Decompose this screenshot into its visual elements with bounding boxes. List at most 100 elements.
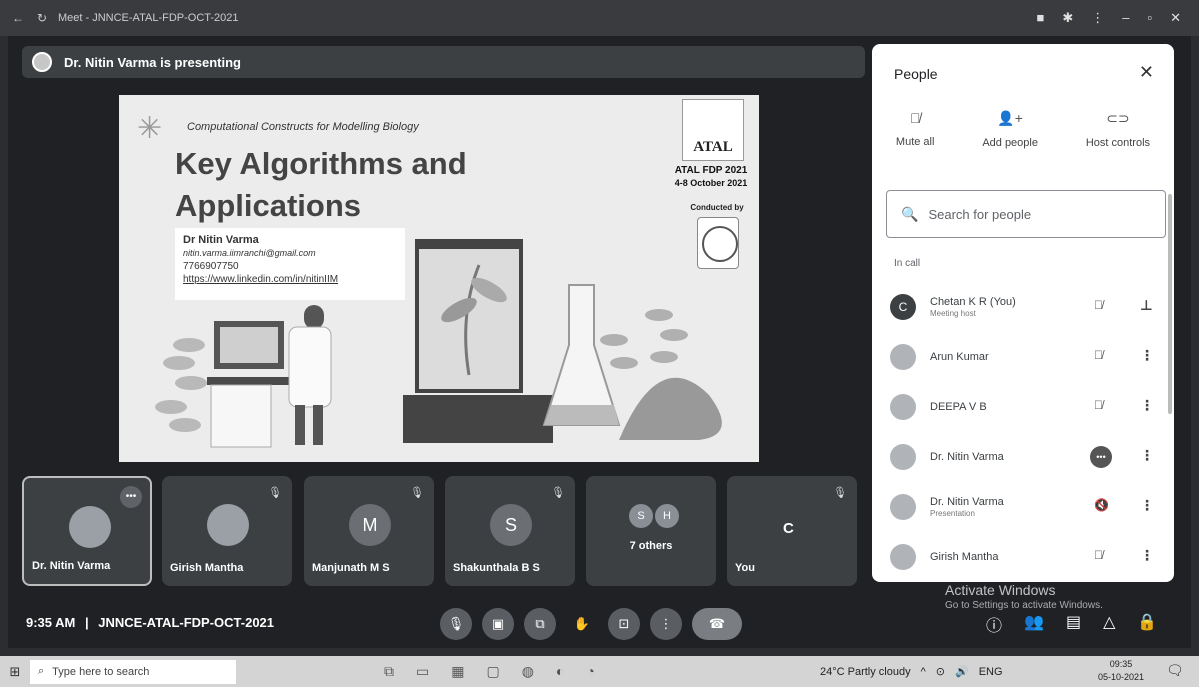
participant-tile[interactable]: ••• Dr. Nitin Varma xyxy=(22,476,152,586)
search-placeholder: Search for people xyxy=(928,206,1032,222)
self-tile[interactable]: 🎙 C You xyxy=(727,476,857,586)
list-item[interactable]: Girish Mantha 🎙̸ ⋮ xyxy=(872,532,1174,582)
participant-name: Manjunath M S xyxy=(312,562,390,574)
more-icon[interactable]: ⋮ xyxy=(1091,10,1104,26)
atal-logo: ATAL xyxy=(682,99,744,161)
list-item[interactable]: Dr. Nitin Varma Presentation 🔇 ⋮ xyxy=(872,482,1174,532)
chrome-icon[interactable]: ◍ xyxy=(522,663,534,680)
watermark-title: Activate Windows xyxy=(945,582,1056,598)
participant-name: Girish Mantha xyxy=(170,562,244,574)
language-indicator[interactable]: ENG xyxy=(979,666,1003,678)
speaking-indicator-icon: ••• xyxy=(120,486,142,508)
camera-toggle-button[interactable]: ▣ xyxy=(482,608,514,640)
speaking-indicator-icon: ••• xyxy=(1090,446,1112,468)
meeting-side-icons: ⓘ 👥 ▤ △ 🔒 xyxy=(986,612,1157,636)
avatar xyxy=(890,444,916,470)
meet-stage: Dr. Nitin Varma is presenting ✳ Computat… xyxy=(8,36,1191,648)
participant-tile[interactable]: 🎙 M Manjunath M S xyxy=(304,476,434,586)
more-options-button[interactable]: ⋮ xyxy=(650,608,682,640)
activate-windows-watermark: Activate Windows Go to Settings to activ… xyxy=(945,582,1103,614)
network-icon[interactable]: ⊙ xyxy=(936,665,945,678)
mic-off-icon[interactable]: 🎙̸ xyxy=(1094,348,1103,362)
others-tile[interactable]: S H 7 others xyxy=(586,476,716,586)
captions-button[interactable]: ⧉ xyxy=(524,608,556,640)
restore-icon[interactable]: ▫ xyxy=(1147,10,1152,26)
weather-text[interactable]: 24°C Partly cloudy xyxy=(820,666,911,678)
more-options-icon[interactable]: ⋮ xyxy=(1140,547,1154,564)
mic-toggle-button[interactable]: 🎙 xyxy=(440,608,472,640)
close-window-icon[interactable]: ✕ xyxy=(1170,10,1181,26)
more-options-icon[interactable]: ⋮ xyxy=(1140,347,1154,364)
atal-logo-text: ATAL xyxy=(693,139,733,155)
app-icon[interactable]: ▢ xyxy=(486,663,499,680)
extensions-icon[interactable]: ✱ xyxy=(1062,10,1073,26)
raise-hand-button[interactable]: ✋ xyxy=(566,608,598,640)
taskbar-clock[interactable]: 09:35 05-10-2021 xyxy=(1098,658,1144,684)
taskbar-search-input[interactable]: ⌕ Type here to search xyxy=(30,659,236,684)
people-icon[interactable]: 👥 xyxy=(1024,612,1044,636)
meeting-code: JNNCE-ATAL-FDP-OCT-2021 xyxy=(98,614,275,630)
info-icon[interactable]: ⓘ xyxy=(986,612,1002,636)
in-call-section-label: In call xyxy=(894,258,921,269)
photos-icon[interactable]: ▦ xyxy=(451,663,464,680)
volume-icon[interactable]: 🔊 xyxy=(955,665,969,678)
minimize-icon[interactable]: – xyxy=(1122,10,1129,26)
more-options-icon[interactable]: ⋮ xyxy=(1140,447,1154,464)
participant-name: Dr. Nitin Varma xyxy=(32,560,111,572)
toggle-icon: ⊂⊃ xyxy=(1106,110,1130,126)
chevron-up-icon[interactable]: ^ xyxy=(921,666,926,678)
more-options-icon[interactable]: ⋮ xyxy=(1140,497,1154,514)
add-people-button[interactable]: 👤+ Add people xyxy=(982,110,1038,149)
presenting-text: Dr. Nitin Varma is presenting xyxy=(64,54,241,70)
app-icon[interactable]: ◔ xyxy=(586,663,594,680)
participant-role: Presentation xyxy=(930,509,975,518)
list-item[interactable]: C Chetan K R (You) Meeting host 🎙̸ ⊥ xyxy=(872,282,1174,332)
list-item[interactable]: DEEPA V B 🎙̸ ⋮ xyxy=(872,382,1174,432)
chat-icon[interactable]: ▤ xyxy=(1066,612,1081,636)
mic-off-icon[interactable]: 🎙̸ xyxy=(1094,298,1103,312)
avatar: M xyxy=(349,504,391,546)
mute-all-label: Mute all xyxy=(895,136,935,148)
search-people-input[interactable]: 🔍 Search for people xyxy=(886,190,1166,238)
host-controls-button[interactable]: ⊂⊃ Host controls xyxy=(1086,110,1150,149)
more-options-icon[interactable]: ⋮ xyxy=(1140,397,1154,414)
notification-icon[interactable]: 🗨 xyxy=(1166,662,1184,679)
reload-icon[interactable]: ↻ xyxy=(34,10,50,26)
participant-tile[interactable]: 🎙 Girish Mantha xyxy=(162,476,292,586)
browser-icon[interactable]: ◐ xyxy=(556,663,564,680)
browser-titlebar: ← ↻ Meet - JNNCE-ATAL-FDP-OCT-2021 ■ ✱ ⋮… xyxy=(0,0,1199,36)
pin-icon[interactable]: ⊥ xyxy=(1140,297,1153,314)
file-explorer-icon[interactable]: ▭ xyxy=(416,663,429,680)
close-icon[interactable]: ✕ xyxy=(1139,62,1154,83)
mic-off-icon: 🎙 xyxy=(410,487,424,499)
activities-icon[interactable]: △ xyxy=(1103,612,1115,636)
participant-name: DEEPA V B xyxy=(930,400,987,413)
host-controls-label: Host controls xyxy=(1085,137,1151,149)
list-item[interactable]: Arun Kumar 🎙̸ ⋮ xyxy=(872,332,1174,382)
search-icon: 🔍 xyxy=(901,205,919,222)
task-view-icon[interactable]: ⧉ xyxy=(384,663,394,680)
present-now-button[interactable]: ⊡ xyxy=(608,608,640,640)
back-icon[interactable]: ← xyxy=(10,10,26,26)
host-lock-icon[interactable]: 🔒 xyxy=(1137,612,1157,636)
others-count: 7 others xyxy=(629,540,673,552)
avatar: S xyxy=(629,504,653,528)
panel-title: People xyxy=(894,66,938,82)
mic-off-icon[interactable]: 🎙̸ xyxy=(1094,548,1103,562)
participant-tile[interactable]: 🎙 S Shakunthala B S xyxy=(445,476,575,586)
clock-date: 05-10-2021 xyxy=(1098,672,1145,682)
panel-scrollbar[interactable] xyxy=(1168,194,1172,414)
leave-call-button[interactable]: ☎ xyxy=(692,608,742,640)
cast-icon[interactable]: ■ xyxy=(1036,10,1044,26)
meeting-controls-bar: 9:35 AM | JNNCE-ATAL-FDP-OCT-2021 🎙 ▣ ⧉ … xyxy=(8,582,1191,648)
mic-off-icon: 🎙̸ xyxy=(909,110,921,126)
participant-name: Girish Mantha xyxy=(930,550,999,563)
avatar: H xyxy=(655,504,679,528)
windows-start-icon[interactable]: ⊞ xyxy=(0,664,30,680)
list-item[interactable]: Dr. Nitin Varma ••• ⋮ xyxy=(872,432,1174,482)
shared-presentation: ✳ Computational Constructs for Modelling… xyxy=(119,95,759,462)
mic-off-icon[interactable]: 🎙̸ xyxy=(1094,398,1103,412)
mute-all-button[interactable]: 🎙̸ Mute all xyxy=(896,110,935,149)
window-controls: ■ ✱ ⋮ – ▫ ✕ xyxy=(1036,10,1181,26)
audio-off-icon[interactable]: 🔇 xyxy=(1094,498,1109,512)
